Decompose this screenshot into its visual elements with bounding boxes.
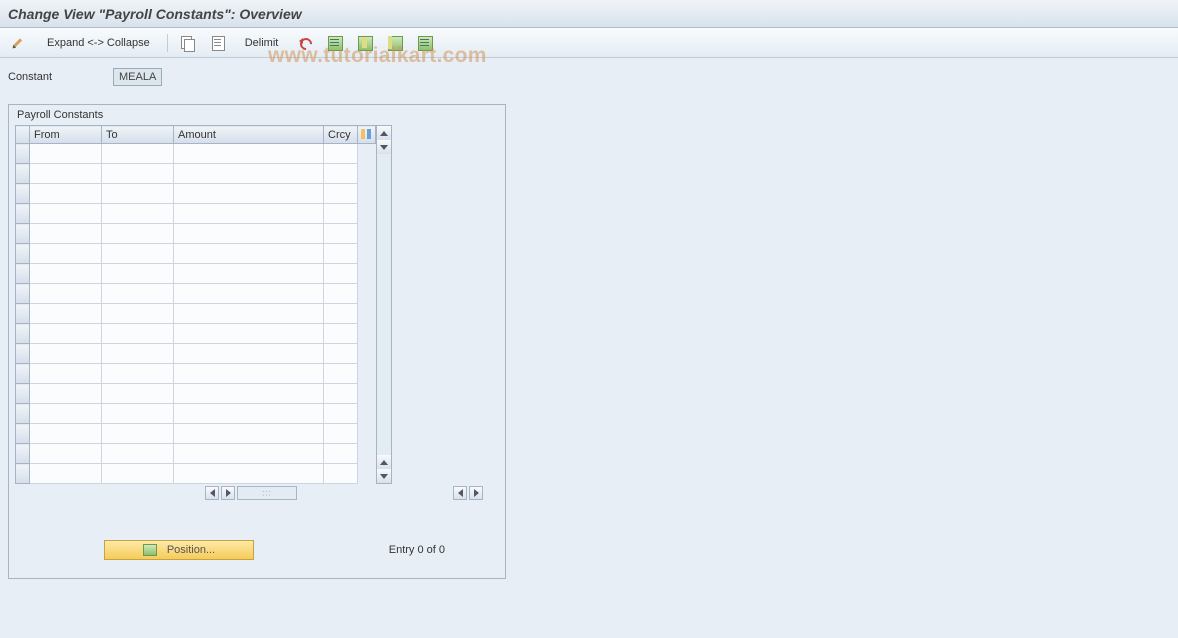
entry-count-label: Entry 0 of 0 <box>389 544 445 556</box>
toggle-display-change-button[interactable] <box>8 33 32 53</box>
title-bar: Change View "Payroll Constants": Overvie… <box>0 0 1178 28</box>
table-row[interactable] <box>16 284 376 304</box>
row-selector-header[interactable] <box>16 126 30 144</box>
copy-button[interactable] <box>176 33 200 53</box>
select-block-icon <box>357 35 373 51</box>
toolbar-separator <box>167 34 168 52</box>
delimit-label: Delimit <box>240 37 284 49</box>
data-grid[interactable]: From To Amount Crcy <box>15 125 376 484</box>
hscroll-end-left-button[interactable] <box>453 486 467 500</box>
table-row[interactable] <box>16 424 376 444</box>
hscroll-end-right-button[interactable] <box>469 486 483 500</box>
grid-body <box>16 144 376 484</box>
constant-field-row: Constant MEALA <box>8 68 1170 86</box>
group-footer: Position... Entry 0 of 0 <box>9 500 505 568</box>
copy-icon <box>180 35 196 51</box>
hscroll-track[interactable] <box>237 486 297 500</box>
table-config-button[interactable] <box>358 126 376 144</box>
scroll-step-down-button[interactable] <box>377 140 391 154</box>
scroll-step-up-button[interactable] <box>377 455 391 469</box>
expand-collapse-button[interactable]: Expand <-> Collapse <box>38 33 159 53</box>
scroll-up-button[interactable] <box>377 126 391 140</box>
undo-icon <box>297 35 313 51</box>
table-row[interactable] <box>16 244 376 264</box>
table-settings-icon <box>417 35 433 51</box>
table-row[interactable] <box>16 464 376 484</box>
table-row[interactable] <box>16 364 376 384</box>
sheet-icon <box>210 35 226 51</box>
deselect-all-button[interactable] <box>383 33 407 53</box>
pencil-icon <box>12 35 28 51</box>
horizontal-scrollbar-right[interactable] <box>453 486 483 500</box>
payroll-constants-group: Payroll Constants From To Amount Crcy <box>8 104 506 579</box>
position-icon <box>143 544 157 556</box>
horizontal-scroll-row <box>9 484 505 500</box>
table-row[interactable] <box>16 264 376 284</box>
col-amount-header[interactable]: Amount <box>174 126 324 144</box>
grid-wrap: From To Amount Crcy <box>9 125 505 484</box>
table-row[interactable] <box>16 324 376 344</box>
content-area: Constant MEALA Payroll Constants From To… <box>0 58 1178 589</box>
vertical-scrollbar[interactable] <box>376 125 392 484</box>
scroll-track[interactable] <box>377 154 391 455</box>
hscroll-left-button[interactable] <box>205 486 219 500</box>
position-button[interactable]: Position... <box>104 540 254 560</box>
col-from-header[interactable]: From <box>30 126 102 144</box>
table-row[interactable] <box>16 444 376 464</box>
deselect-all-icon <box>387 35 403 51</box>
col-crcy-header[interactable]: Crcy <box>324 126 358 144</box>
table-row[interactable] <box>16 204 376 224</box>
table-row[interactable] <box>16 304 376 324</box>
constant-value: MEALA <box>113 68 162 86</box>
toolbar: Expand <-> Collapse Delimit <box>0 28 1178 58</box>
col-to-header[interactable]: To <box>102 126 174 144</box>
select-all-icon <box>327 35 343 51</box>
table-row[interactable] <box>16 404 376 424</box>
table-row[interactable] <box>16 384 376 404</box>
page-title: Change View "Payroll Constants": Overvie… <box>8 6 302 22</box>
table-row[interactable] <box>16 144 376 164</box>
table-settings-button[interactable] <box>413 33 437 53</box>
delimit-button[interactable]: Delimit <box>236 33 288 53</box>
table-row[interactable] <box>16 184 376 204</box>
position-label: Position... <box>167 544 215 556</box>
horizontal-scrollbar-left[interactable] <box>205 486 297 500</box>
scroll-down-button[interactable] <box>377 469 391 483</box>
undo-button[interactable] <box>293 33 317 53</box>
group-title: Payroll Constants <box>9 105 505 125</box>
table-row[interactable] <box>16 344 376 364</box>
table-row[interactable] <box>16 224 376 244</box>
expand-collapse-label: Expand <-> Collapse <box>42 37 155 49</box>
sheet-button[interactable] <box>206 33 230 53</box>
select-block-button[interactable] <box>353 33 377 53</box>
constant-label: Constant <box>8 71 113 83</box>
table-row[interactable] <box>16 164 376 184</box>
hscroll-right-button[interactable] <box>221 486 235 500</box>
select-all-button[interactable] <box>323 33 347 53</box>
